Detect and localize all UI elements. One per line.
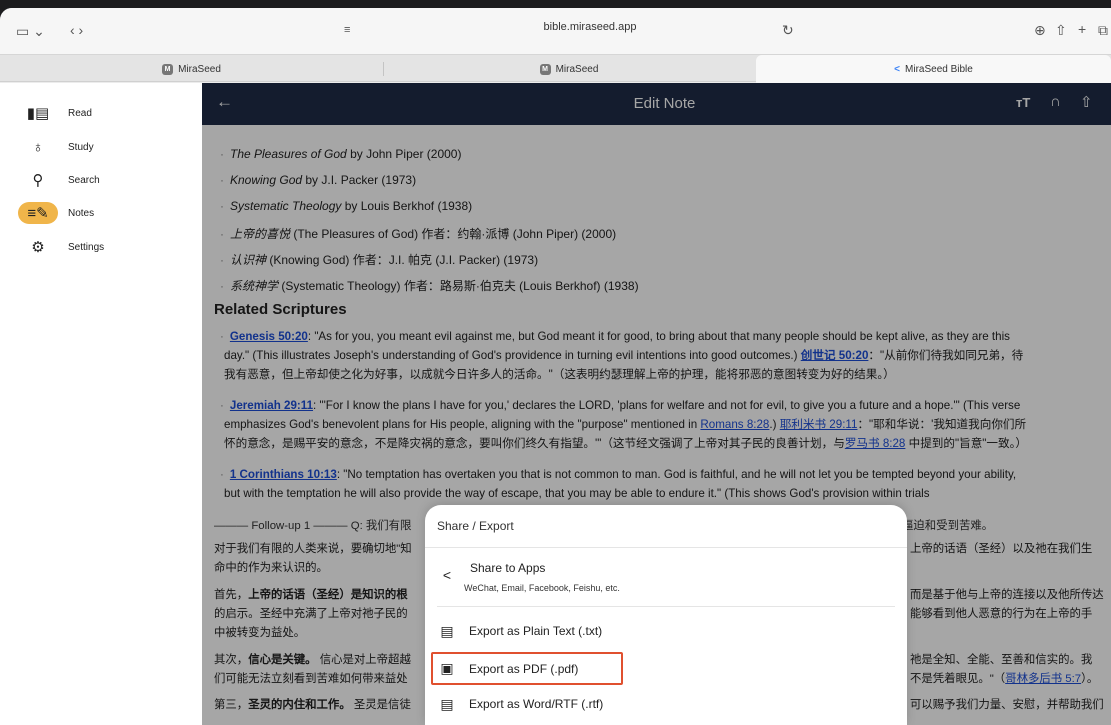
tab-miraseed-bible[interactable]: < MiraSeed Bible	[756, 55, 1111, 83]
lightbulb-icon: ♁	[32, 138, 44, 156]
sidebar-toggle-icon[interactable]: ▭ ⌄	[16, 21, 45, 41]
option-label: Export as PDF (.pdf)	[469, 661, 579, 676]
sidebar-item-study[interactable]: ♁ Study	[18, 135, 198, 159]
tab-label: MiraSeed	[555, 63, 599, 75]
pdf-icon: ▣	[440, 660, 454, 676]
share-icon: <	[442, 567, 452, 583]
tab-label: MiraSeed	[178, 63, 221, 75]
option-label: Share to Apps	[470, 561, 546, 575]
browser-toolbar: ▭ ⌄ ‹ › ≡ bible.miraseed.app ↻ ⊕ ⇧ + ⧉	[0, 8, 1111, 54]
sidebar-item-search[interactable]: ⚲ Search	[18, 168, 198, 192]
browser-window: ▭ ⌄ ‹ › ≡ bible.miraseed.app ↻ ⊕ ⇧ + ⧉ M…	[0, 8, 1111, 725]
divider	[437, 606, 895, 607]
share-export-sheet: Share / Export < Share to Apps WeChat, E…	[425, 505, 907, 725]
sidebar-item-settings[interactable]: ⚙ Settings	[18, 235, 198, 259]
export-txt-option[interactable]: ▤ Export as Plain Text (.txt)	[437, 616, 895, 646]
sidebar-item-read[interactable]: ▮▤ Read	[18, 101, 198, 125]
tab-bar: M MiraSeed M MiraSeed < MiraSeed Bible	[0, 54, 1111, 83]
divider	[425, 547, 907, 548]
download-icon[interactable]: ⊕	[1034, 20, 1046, 40]
sidebar: ▮▤ Read ♁ Study ⚲ Search ≡✎ Notes ⚙ Sett…	[0, 83, 202, 725]
share-icon[interactable]: ⇧	[1055, 20, 1067, 40]
option-label: Export as Word/RTF (.rtf)	[469, 697, 604, 711]
book-icon: ▮▤	[26, 105, 50, 122]
sheet-title: Share / Export	[437, 519, 514, 533]
page-settings-icon[interactable]: ≡	[344, 20, 350, 40]
tab-overview-icon[interactable]: ⧉	[1098, 20, 1108, 40]
back-forward-icon[interactable]: ‹ ›	[70, 20, 83, 40]
option-subtitle: WeChat, Email, Facebook, Feishu, etc.	[464, 583, 620, 593]
address-bar[interactable]: bible.miraseed.app	[380, 21, 800, 33]
document-icon: ▤	[440, 695, 454, 712]
export-rtf-option[interactable]: ▤ Export as Word/RTF (.rtf)	[437, 689, 895, 719]
sidebar-item-notes[interactable]: ≡✎ Notes	[18, 201, 198, 225]
tab-miraseed-2[interactable]: M MiraSeed	[384, 55, 754, 83]
tab-miraseed-1[interactable]: M MiraSeed	[0, 55, 383, 83]
miraseed-icon: M	[539, 63, 551, 75]
reload-icon[interactable]: ↻	[782, 20, 794, 40]
miraseed-icon: M	[162, 63, 174, 75]
new-tab-icon[interactable]: +	[1078, 19, 1086, 39]
option-label: Export as Plain Text (.txt)	[469, 624, 603, 638]
export-pdf-option[interactable]: ▣ Export as PDF (.pdf)	[431, 652, 623, 685]
search-icon: ⚲	[32, 172, 44, 189]
bible-tab-icon: <	[894, 63, 901, 75]
gear-icon: ⚙	[31, 239, 45, 256]
tab-label: MiraSeed Bible	[905, 63, 973, 75]
edit-note-icon: ≡✎	[18, 202, 58, 224]
document-icon: ▤	[440, 622, 454, 639]
